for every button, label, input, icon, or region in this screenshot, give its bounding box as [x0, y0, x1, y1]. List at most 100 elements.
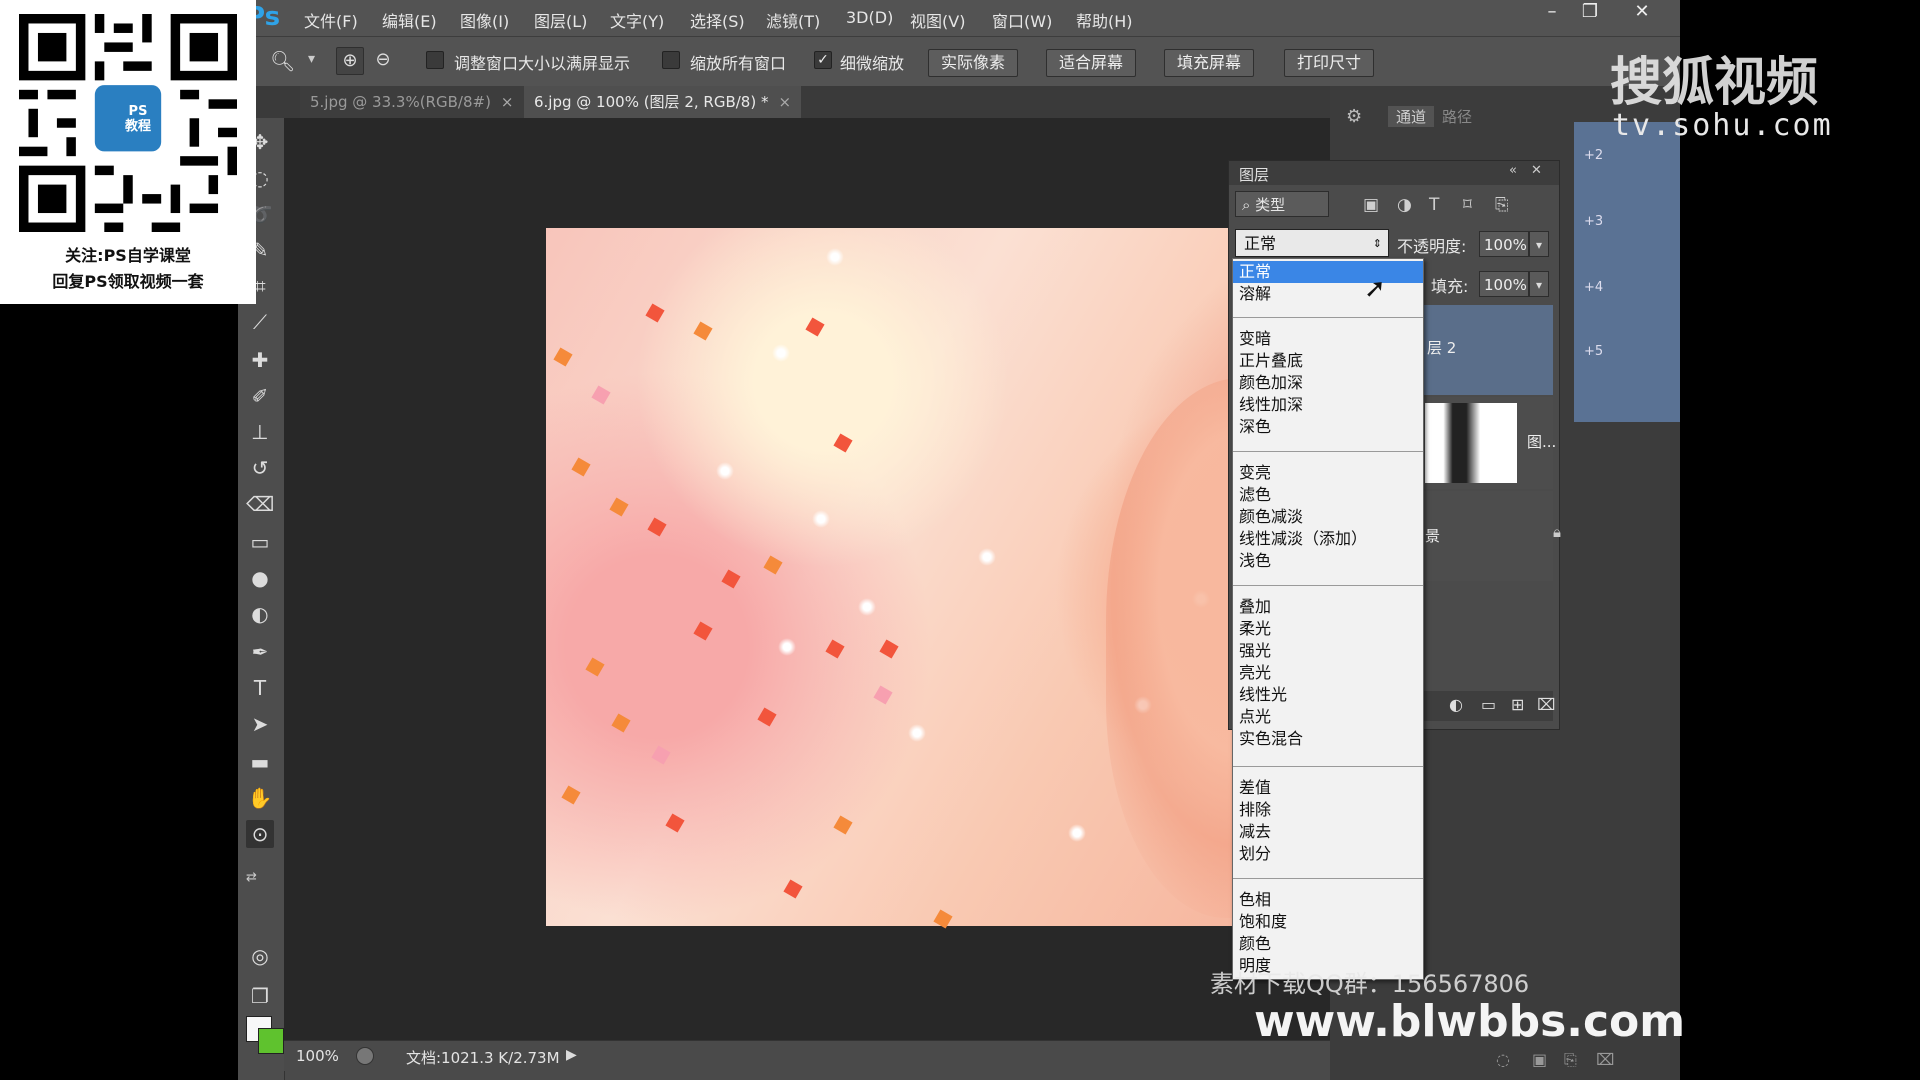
blend-option-hard-light[interactable]: 强光	[1233, 640, 1423, 662]
restore-button[interactable]: ❐	[1570, 0, 1610, 24]
zoom-icon[interactable]: 🔍︎	[270, 49, 295, 73]
close-icon[interactable]: ×	[778, 93, 791, 111]
status-menu-arrow-icon[interactable]: ▶	[566, 1047, 577, 1063]
background-color-swatch[interactable]	[258, 1028, 284, 1054]
close-button[interactable]: ✕	[1622, 0, 1662, 24]
blend-option-normal[interactable]: 正常	[1233, 261, 1423, 283]
dock-footer-icon[interactable]: ▣	[1532, 1050, 1547, 1069]
blend-option-linear-dodge[interactable]: 线性减淡（添加）	[1233, 528, 1423, 550]
gradient-tool-icon[interactable]: ▭	[246, 528, 274, 556]
menu-3d[interactable]: 3D(D)	[846, 8, 893, 27]
stamp-tool-icon[interactable]: ⊥	[246, 418, 274, 446]
tab-5-jpg[interactable]: 5.jpg @ 33.3%(RGB/8#) ×	[300, 86, 524, 118]
history-brush-icon[interactable]: ↺	[246, 454, 274, 482]
resize-windows-checkbox[interactable]	[426, 51, 444, 69]
eyedropper-tool-icon[interactable]: ⟋	[246, 308, 274, 336]
zoom-out-icon[interactable]: ⊖	[370, 47, 396, 73]
blend-option-saturation[interactable]: 饱和度	[1233, 911, 1423, 933]
blend-option-subtract[interactable]: 减去	[1233, 821, 1423, 843]
blend-option-divide[interactable]: 划分	[1233, 843, 1423, 865]
blend-option-difference[interactable]: 差值	[1233, 777, 1423, 799]
adjustment-filter-icon[interactable]: ◑	[1397, 195, 1412, 215]
close-icon[interactable]: ×	[501, 93, 514, 111]
menu-select[interactable]: 选择(S)	[690, 8, 745, 32]
actual-pixels-button[interactable]: 实际像素	[928, 49, 1019, 77]
eraser-tool-icon[interactable]: ⌫	[246, 490, 274, 518]
smart-object-filter-icon[interactable]: ⎘	[1495, 195, 1509, 215]
blend-option-darker-color[interactable]: 深色	[1233, 416, 1423, 438]
dock-footer-icon[interactable]: ⌧	[1596, 1050, 1614, 1069]
screen-mode-icon[interactable]: ❐	[246, 982, 274, 1010]
pixel-filter-icon[interactable]: ▣	[1363, 195, 1379, 215]
tab-channels[interactable]: 通道	[1388, 106, 1435, 127]
layer-row-layer2[interactable]: 层 2	[1419, 305, 1553, 395]
layer-filter-select[interactable]: ⌕ 类型	[1235, 191, 1329, 217]
menu-help[interactable]: 帮助(H)	[1076, 8, 1133, 32]
zoom-all-checkbox[interactable]	[662, 51, 680, 69]
chevron-down-icon[interactable]: ▾	[308, 51, 315, 67]
opacity-input[interactable]: 100%	[1479, 231, 1529, 257]
blend-option-lighter-color[interactable]: 浅色	[1233, 550, 1423, 572]
menu-image[interactable]: 图像(I)	[460, 8, 509, 32]
pen-tool-icon[interactable]: ✒	[246, 638, 274, 666]
blend-option-linear-burn[interactable]: 线性加深	[1233, 394, 1423, 416]
blend-mode-select[interactable]: 正常 ⇕	[1235, 229, 1389, 257]
type-filter-icon[interactable]: T	[1429, 195, 1439, 215]
blend-option-color-burn[interactable]: 颜色加深	[1233, 372, 1423, 394]
collapse-icon[interactable]: «	[1509, 163, 1517, 178]
zoom-level[interactable]: 100%	[296, 1047, 339, 1065]
fill-dropdown-icon[interactable]: ▾	[1529, 271, 1549, 297]
rectangle-tool-icon[interactable]: ▬	[246, 748, 274, 776]
fill-input[interactable]: 100%	[1479, 271, 1529, 297]
dodge-tool-icon[interactable]: ◐	[246, 600, 274, 628]
shape-filter-icon[interactable]: ⌑	[1463, 195, 1472, 215]
blend-option-color[interactable]: 颜色	[1233, 933, 1423, 955]
blend-option-screen[interactable]: 滤色	[1233, 484, 1423, 506]
tab-6-jpg[interactable]: 6.jpg @ 100% (图层 2, RGB/8) * ×	[524, 86, 802, 118]
layer-row-background[interactable]: 景 🔒︎	[1419, 491, 1561, 581]
path-select-icon[interactable]: ➤	[246, 710, 274, 738]
quick-mask-icon[interactable]: ◎	[246, 942, 274, 970]
layers-panel-title[interactable]: 图层	[1239, 164, 1269, 185]
blend-option-vivid-light[interactable]: 亮光	[1233, 662, 1423, 684]
blend-option-color-dodge[interactable]: 颜色减淡	[1233, 506, 1423, 528]
menu-filter[interactable]: 滤镜(T)	[766, 8, 820, 32]
blend-option-overlay[interactable]: 叠加	[1233, 596, 1423, 618]
menu-type[interactable]: 文字(Y)	[610, 8, 664, 32]
blend-option-pin-light[interactable]: 点光	[1233, 706, 1423, 728]
dock-footer-icon[interactable]: ⎘	[1564, 1050, 1577, 1070]
blend-option-darken[interactable]: 变暗	[1233, 328, 1423, 350]
zoom-in-icon[interactable]: ⊕	[336, 47, 364, 75]
blend-option-soft-light[interactable]: 柔光	[1233, 618, 1423, 640]
blend-option-exclusion[interactable]: 排除	[1233, 799, 1423, 821]
minimize-button[interactable]: –	[1532, 0, 1572, 24]
menu-view[interactable]: 视图(V)	[910, 8, 965, 32]
type-tool-icon[interactable]: T	[246, 674, 274, 702]
swap-colors-icon[interactable]: ⇄	[246, 870, 257, 885]
print-size-button[interactable]: 打印尺寸	[1284, 49, 1375, 77]
folder-icon[interactable]: ▭	[1481, 695, 1496, 714]
hand-tool-icon[interactable]: ✋	[246, 784, 274, 812]
fill-screen-button[interactable]: 填充屏幕	[1164, 49, 1255, 77]
brush-preset-icon[interactable]: ⚙	[1346, 106, 1362, 127]
new-layer-icon[interactable]: ⊞	[1511, 695, 1524, 714]
blend-option-hue[interactable]: 色相	[1233, 889, 1423, 911]
layer-row-mask[interactable]: 图...	[1419, 397, 1556, 489]
blend-option-multiply[interactable]: 正片叠底	[1233, 350, 1423, 372]
brush-tool-icon[interactable]: ✐	[246, 382, 274, 410]
menu-file[interactable]: 文件(F)	[304, 8, 358, 32]
blend-option-dissolve[interactable]: 溶解	[1233, 283, 1423, 305]
blend-option-hard-mix[interactable]: 实色混合	[1233, 728, 1423, 750]
adjustment-layer-icon[interactable]: ◐	[1449, 695, 1463, 714]
close-icon[interactable]: ✕	[1531, 163, 1542, 178]
fit-screen-button[interactable]: 适合屏幕	[1046, 49, 1137, 77]
blur-tool-icon[interactable]: ●	[246, 564, 274, 592]
trash-icon[interactable]: ⌧	[1537, 695, 1555, 714]
dock-footer-icon[interactable]: ◌	[1496, 1050, 1510, 1069]
menu-window[interactable]: 窗口(W)	[992, 8, 1052, 32]
scrubby-zoom-checkbox[interactable]: ✓	[814, 51, 832, 69]
status-info-icon[interactable]	[356, 1047, 374, 1065]
menu-layer[interactable]: 图层(L)	[534, 8, 587, 32]
zoom-tool-icon[interactable]: ⊙	[246, 820, 274, 848]
healing-tool-icon[interactable]: ✚	[246, 346, 274, 374]
